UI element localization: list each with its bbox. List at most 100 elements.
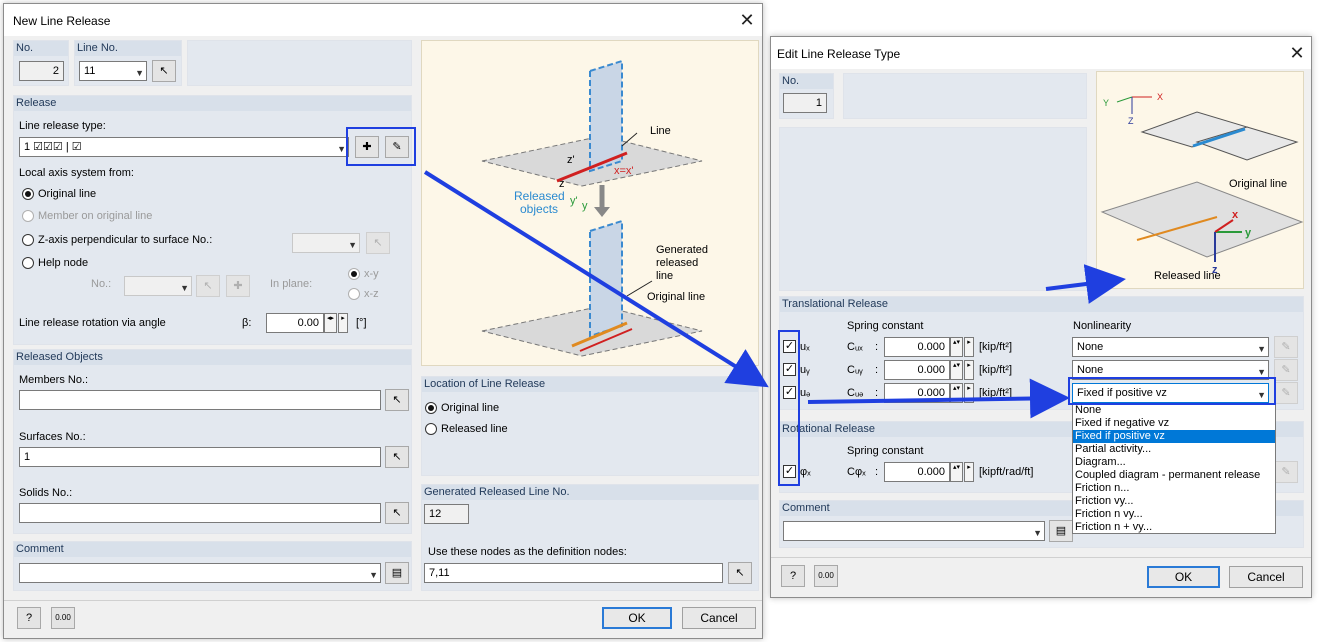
calculator-icon[interactable]: 0.00: [51, 607, 75, 629]
dropdown-option[interactable]: Fixed if negative vz: [1073, 417, 1275, 430]
cphix-input[interactable]: 0.000: [884, 462, 950, 482]
cuy-input[interactable]: 0.000: [884, 360, 950, 380]
beta-arrow[interactable]: ▸: [338, 313, 348, 333]
down-arrow-head: [594, 207, 610, 217]
help-icon[interactable]: ?: [17, 607, 41, 629]
dropdown-option[interactable]: Partial activity...: [1073, 443, 1275, 456]
ux-label: uₓ: [800, 341, 810, 353]
solids-input[interactable]: [19, 503, 381, 523]
illus-yp-label: y': [570, 195, 578, 207]
beta-spinner[interactable]: ◂▸: [324, 313, 337, 333]
pick-solids-button[interactable]: ↖: [385, 502, 409, 524]
illus-line-label: Line: [650, 125, 671, 137]
line-release-type-label: Line release type:: [19, 120, 106, 132]
help-icon[interactable]: ?: [781, 565, 805, 587]
dropdown-option-selected[interactable]: Fixed if positive vz: [1073, 430, 1275, 443]
ux-nonlinearity-select[interactable]: None ▼: [1072, 337, 1269, 357]
radio-original-line[interactable]: [22, 188, 34, 200]
illus-orig-label: Original line: [647, 291, 706, 303]
dropdown-option[interactable]: Friction n...: [1073, 482, 1275, 495]
axis-option-member: Member on original line: [38, 210, 153, 222]
description-box: [779, 127, 1087, 291]
chevron-down-icon: ▼: [135, 68, 144, 78]
pick-line-button[interactable]: ↖: [152, 60, 176, 82]
axis-option-help-node: Help node: [38, 257, 89, 269]
beta-input[interactable]: 0.00: [266, 313, 324, 333]
pick-surfaces-button[interactable]: ↖: [385, 446, 409, 468]
use-nodes-input[interactable]: 7,11: [424, 563, 723, 583]
cuz-input[interactable]: 0.000: [884, 383, 950, 403]
beta-unit: [°]: [356, 317, 367, 329]
radio-loc-original[interactable]: [425, 402, 437, 414]
plane-xz-label: x-z: [364, 288, 379, 300]
in-plane-label: In plane:: [270, 278, 313, 290]
dropdown-option[interactable]: Coupled diagram - permanent release: [1073, 469, 1275, 482]
line-release-illustration: Line x=x' Released objects z' z y' y Gen…: [421, 40, 759, 366]
cuy-arrow[interactable]: ▸: [964, 360, 974, 380]
dropdown-option[interactable]: Diagram...: [1073, 456, 1275, 469]
radio-help-node[interactable]: [22, 257, 34, 269]
radio-z-axis-surface[interactable]: [22, 234, 34, 246]
pick-members-button[interactable]: ↖: [385, 389, 409, 411]
cancel-button[interactable]: Cancel: [1229, 566, 1303, 588]
illus-orig-label: Original line: [1229, 178, 1288, 190]
release-header: Release: [14, 96, 411, 111]
cuz-arrow[interactable]: ▸: [964, 383, 974, 403]
phix-label: φₓ: [800, 466, 811, 478]
radio-plane-xz: [348, 288, 360, 300]
highlight-box-nonlinearity: [1068, 377, 1276, 405]
surface-no-select: ▼: [292, 233, 360, 253]
cux-input[interactable]: 0.000: [884, 337, 950, 357]
comment-library-button[interactable]: ▤: [385, 562, 409, 584]
members-label: Members No.:: [19, 374, 89, 386]
illus-gen-label-1: Generated: [656, 244, 708, 256]
colon: :: [875, 466, 879, 478]
members-input[interactable]: [19, 390, 381, 410]
close-icon[interactable]: ✕: [1285, 41, 1309, 65]
ok-button[interactable]: OK: [1147, 566, 1220, 588]
cux-arrow[interactable]: ▸: [964, 337, 974, 357]
illus-released-label-1: Released: [514, 189, 565, 203]
comment-select[interactable]: ▼: [19, 563, 381, 583]
close-icon[interactable]: ✕: [735, 8, 759, 32]
chevron-down-icon: ▼: [369, 570, 378, 580]
cuz-spinner[interactable]: ▴▾: [950, 383, 963, 403]
cphix-unit: [kipft/rad/ft]: [979, 466, 1034, 478]
highlight-box-buttons: [346, 127, 416, 166]
cuy-label: Cᵤᵧ: [847, 364, 863, 376]
nonlinearity-dropdown-list: None Fixed if negative vz Fixed if posit…: [1072, 403, 1276, 534]
cuy-unit: [kip/ft²]: [979, 364, 1013, 376]
ok-button[interactable]: OK: [602, 607, 672, 629]
axis-option-zaxis: Z-axis perpendicular to surface No.:: [38, 234, 213, 246]
cphix-spinner[interactable]: ▴▾: [950, 462, 963, 482]
line-release-type-select[interactable]: 1 ☑☑☑ | ☑ ▼: [19, 137, 349, 157]
line-no-select[interactable]: 11 ▼: [79, 61, 147, 81]
cux-spinner[interactable]: ▴▾: [950, 337, 963, 357]
surfaces-input[interactable]: 1: [19, 447, 381, 467]
cphix-label: Cφₓ: [847, 466, 866, 478]
radio-member: [22, 210, 34, 222]
generated-no-field: 12: [424, 504, 469, 524]
dropdown-option[interactable]: Friction n + vy...: [1073, 521, 1275, 534]
help-node-select: ▼: [124, 276, 192, 296]
help-no-label: No.:: [91, 278, 112, 290]
info-box: [187, 40, 412, 86]
radio-loc-released[interactable]: [425, 423, 437, 435]
comment-select[interactable]: ▼: [783, 521, 1045, 541]
dropdown-option[interactable]: None: [1073, 404, 1275, 417]
chevron-down-icon: ▼: [1033, 528, 1042, 538]
line-no-value: 11: [84, 65, 96, 77]
cuz-unit: [kip/ft²]: [979, 387, 1013, 399]
cancel-button[interactable]: Cancel: [682, 607, 756, 629]
cuy-spinner[interactable]: ▴▾: [950, 360, 963, 380]
colon: :: [875, 364, 879, 376]
use-nodes-label: Use these nodes as the definition nodes:: [428, 546, 627, 558]
radio-plane-xy: [348, 268, 360, 280]
calculator-icon[interactable]: 0.00: [814, 565, 838, 587]
dropdown-option[interactable]: Friction n vy...: [1073, 508, 1275, 521]
cphix-arrow[interactable]: ▸: [964, 462, 974, 482]
pick-nodes-button[interactable]: ↖: [728, 562, 752, 584]
dropdown-option[interactable]: Friction vy...: [1073, 495, 1275, 508]
comment-library-button[interactable]: ▤: [1049, 520, 1073, 542]
illus-Y: Y: [1103, 98, 1110, 108]
